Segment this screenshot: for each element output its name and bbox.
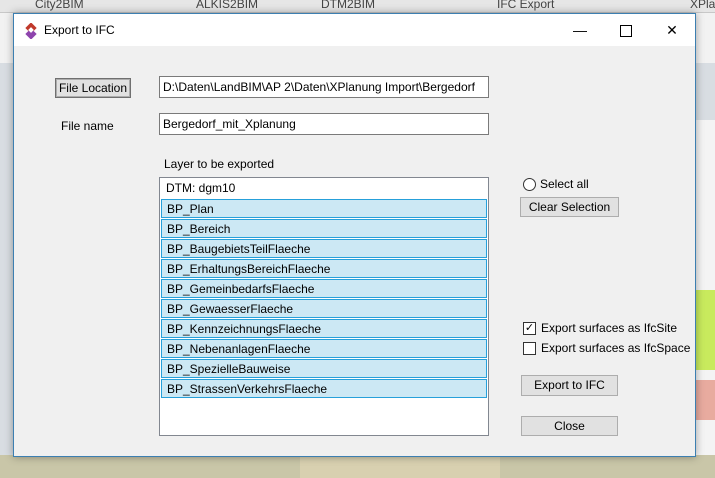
app-logo-icon (25, 23, 37, 39)
list-item[interactable]: BP_NebenanlagenFlaeche (161, 339, 487, 358)
background-tab-city2bim[interactable]: City2BIM (35, 0, 84, 11)
minimize-icon: — (573, 22, 587, 38)
export-ifcspace-checkbox[interactable] (523, 342, 536, 355)
list-item[interactable]: BP_GemeinbedarfsFlaeche (161, 279, 487, 298)
layer-list[interactable]: DTM: dgm10 BP_Plan BP_Bereich BP_Baugebi… (159, 177, 489, 436)
background-tab-alkis2bim[interactable]: ALKIS2BIM (196, 0, 258, 11)
list-item[interactable]: BP_GewaesserFlaeche (161, 299, 487, 318)
file-name-field[interactable]: Bergedorf_mit_Xplanung (159, 113, 489, 135)
layers-label: Layer to be exported (164, 157, 275, 171)
list-item[interactable]: BP_Bereich (161, 219, 487, 238)
background-tab-ifc-export[interactable]: IFC Export (497, 0, 554, 11)
clear-selection-button[interactable]: Clear Selection (520, 197, 619, 217)
select-all-radio[interactable] (523, 178, 536, 191)
select-all-label[interactable]: Select all (540, 177, 589, 191)
export-ifcsite-label[interactable]: Export surfaces as IfcSite (541, 321, 677, 335)
file-location-field[interactable]: D:\Daten\LandBIM\AP 2\Daten\XPlanung Imp… (159, 76, 489, 98)
list-item[interactable]: BP_ErhaltungsBereichFlaeche (161, 259, 487, 278)
list-item[interactable]: BP_StrassenVerkehrsFlaeche (161, 379, 487, 398)
list-item[interactable]: BP_KennzeichnungsFlaeche (161, 319, 487, 338)
file-location-button[interactable]: File Location (55, 78, 131, 98)
maximize-icon (620, 25, 632, 38)
export-ifcsite-checkbox[interactable]: ✓ (523, 322, 536, 335)
list-item[interactable]: DTM: dgm10 (161, 179, 487, 198)
close-button[interactable]: Close (521, 416, 618, 436)
export-ifcspace-label[interactable]: Export surfaces as IfcSpace (541, 341, 690, 355)
maximize-button[interactable] (603, 14, 649, 46)
map-area-red (695, 380, 715, 420)
checkmark-icon: ✓ (524, 322, 535, 334)
background-tab-dtm2bim[interactable]: DTM2BIM (321, 0, 375, 11)
close-icon: ✕ (666, 22, 678, 38)
close-window-button[interactable]: ✕ (649, 14, 695, 46)
list-item[interactable]: BP_SpezielleBauweise (161, 359, 487, 378)
title-bar[interactable]: Export to IFC — ✕ (14, 14, 695, 46)
background-tab-strip: City2BIM ALKIS2BIM DTM2BIM IFC Export XP… (0, 0, 715, 13)
export-to-ifc-dialog: Export to IFC — ✕ File Location D:\Daten… (13, 13, 696, 457)
list-item[interactable]: BP_BaugebietsTeilFlaeche (161, 239, 487, 258)
list-item[interactable]: BP_Plan (161, 199, 487, 218)
background-terrain (0, 455, 715, 478)
minimize-button[interactable]: — (557, 14, 603, 46)
background-tab-xplanung[interactable]: XPla (690, 0, 715, 11)
export-to-ifc-button[interactable]: Export to IFC (521, 375, 618, 396)
window-title: Export to IFC (44, 23, 115, 37)
file-name-label: File name (61, 119, 114, 133)
